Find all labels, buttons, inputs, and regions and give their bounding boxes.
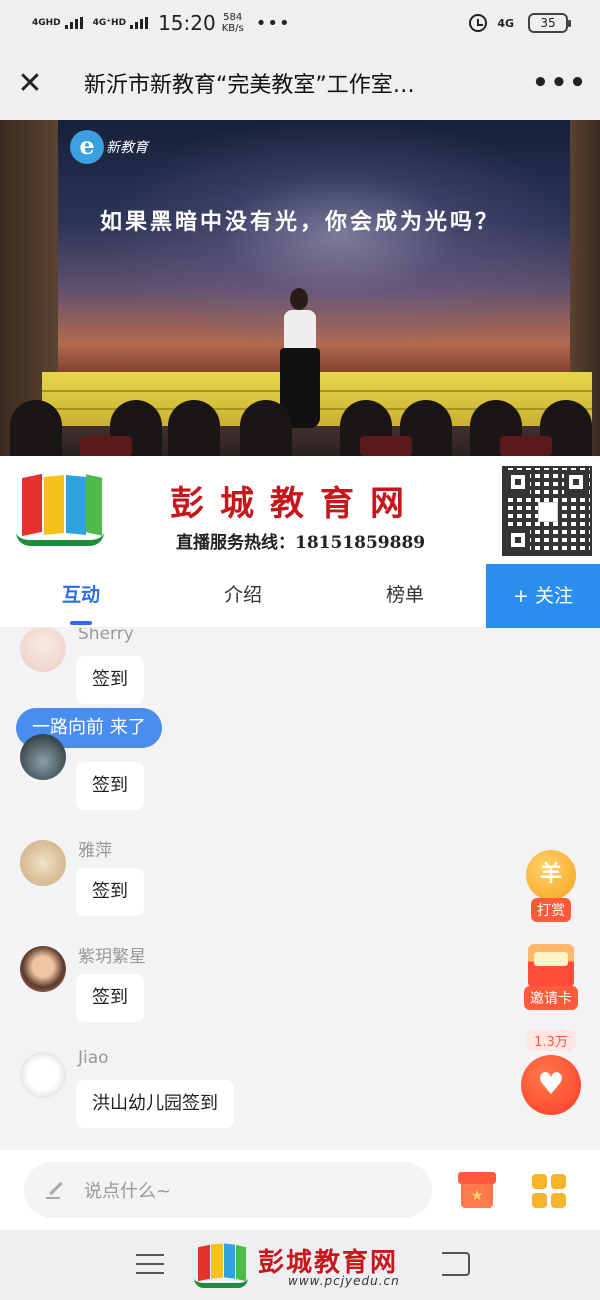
sponsor-banner[interactable]: 彭城教育网 直播服务热线：18151859889 [0, 456, 600, 564]
network-speed-value: 584 [223, 12, 243, 23]
chat-username: Sherry [78, 628, 134, 644]
title-bar: ✕ 新沂市新教育“完美教室”工作室… ••• [0, 46, 600, 120]
tab-leaderboard[interactable]: 榜单 [324, 564, 486, 627]
new-education-logo-text: 新教育 [106, 140, 148, 156]
close-button[interactable]: ✕ [0, 46, 60, 120]
pencil-icon [46, 1181, 64, 1199]
page-title: 新沂市新教育“完美教室”工作室… [84, 73, 415, 98]
tab-interaction[interactable]: 互动 [0, 564, 162, 627]
comment-bar: 说点什么~ ★ [0, 1150, 600, 1230]
banner-hotline: 直播服务热线：18151859889 [176, 533, 426, 553]
chat-bubble: 签到 [76, 762, 144, 810]
watermark-url: www.pcjyedu.cn [288, 1274, 400, 1288]
chat-bubble: 签到 [76, 868, 144, 916]
battery-icon: 35 [528, 13, 571, 33]
invite-card-button[interactable]: 邀请卡 [520, 944, 582, 1010]
coin-icon: 羊 [526, 850, 576, 900]
avatar[interactable] [20, 1052, 66, 1098]
comment-input[interactable]: 说点什么~ [24, 1162, 432, 1218]
clock: 15:20 [158, 11, 216, 35]
avatar[interactable] [20, 946, 66, 992]
menu-icon[interactable] [136, 1254, 164, 1274]
envelope-icon [528, 944, 574, 988]
invite-card-label: 邀请卡 [524, 986, 578, 1010]
avatar[interactable] [20, 734, 66, 780]
more-apps-button[interactable] [532, 1174, 566, 1208]
status-bar: 4GHD 4G⁺HD 15:20 584 KB/s ••• 4G 35 [0, 0, 600, 46]
qr-code-icon [502, 466, 592, 556]
chat-bubble: 签到 [76, 656, 144, 704]
tab-introduction[interactable]: 介绍 [162, 564, 324, 627]
signal-icon-2 [130, 17, 149, 29]
like-button[interactable]: 1.3万 ♥ [520, 1030, 582, 1115]
avatar[interactable] [20, 840, 66, 886]
chat-username: Jiao [78, 1048, 109, 1068]
reward-button[interactable]: 羊 打赏 [520, 850, 582, 922]
reward-label: 打赏 [531, 898, 571, 922]
grid-icon [532, 1174, 547, 1189]
heart-icon: ♥ [521, 1055, 581, 1115]
follow-button[interactable]: + 关注 [486, 564, 600, 628]
chat-bubble: 洪山幼儿园签到 [76, 1080, 234, 1128]
audience-silhouettes [0, 400, 600, 456]
comment-placeholder: 说点什么~ [84, 1181, 172, 1202]
chat-bubble: 签到 [76, 974, 144, 1022]
signal-icon [64, 17, 83, 29]
video-caption: 如果黑暗中没有光，你会成为光吗？ [99, 209, 500, 235]
status-right: 4G 35 [469, 13, 571, 33]
network-label-2: 4G⁺HD [92, 17, 127, 28]
chat-username: 雅萍 [78, 841, 112, 861]
network-speed: 584 KB/s [222, 12, 244, 34]
avatar[interactable] [20, 628, 66, 672]
like-count: 1.3万 [526, 1030, 576, 1051]
gift-button[interactable]: ★ [458, 1172, 496, 1208]
more-notifications-icon: ••• [255, 12, 291, 34]
network-label-3: 4G [497, 16, 514, 30]
alarm-icon [469, 14, 488, 32]
chat-list[interactable]: Sherry 签到 一路向前 来了 签到 雅萍 签到 紫玥繁星 签到 Jiao … [0, 628, 600, 1148]
back-icon[interactable] [442, 1252, 470, 1276]
chat-username: 紫玥繁星 [78, 947, 146, 967]
tab-bar: 互动 介绍 榜单 + 关注 [0, 564, 600, 628]
watermark-book-logo-icon [192, 1240, 250, 1292]
network-speed-unit: KB/s [221, 23, 244, 34]
live-video-player[interactable]: e 新教育 如果黑暗中没有光，你会成为光吗？ [0, 120, 600, 456]
book-logo-icon [12, 472, 108, 552]
more-options-button[interactable]: ••• [520, 68, 600, 98]
banner-site-name: 彭城教育网 [170, 484, 420, 524]
gift-icon [458, 1172, 496, 1184]
new-education-logo-icon: e [70, 130, 104, 164]
network-label: 4GHD [32, 17, 61, 28]
system-nav-bar: 彭城教育网 www.pcjyedu.cn [0, 1230, 600, 1300]
